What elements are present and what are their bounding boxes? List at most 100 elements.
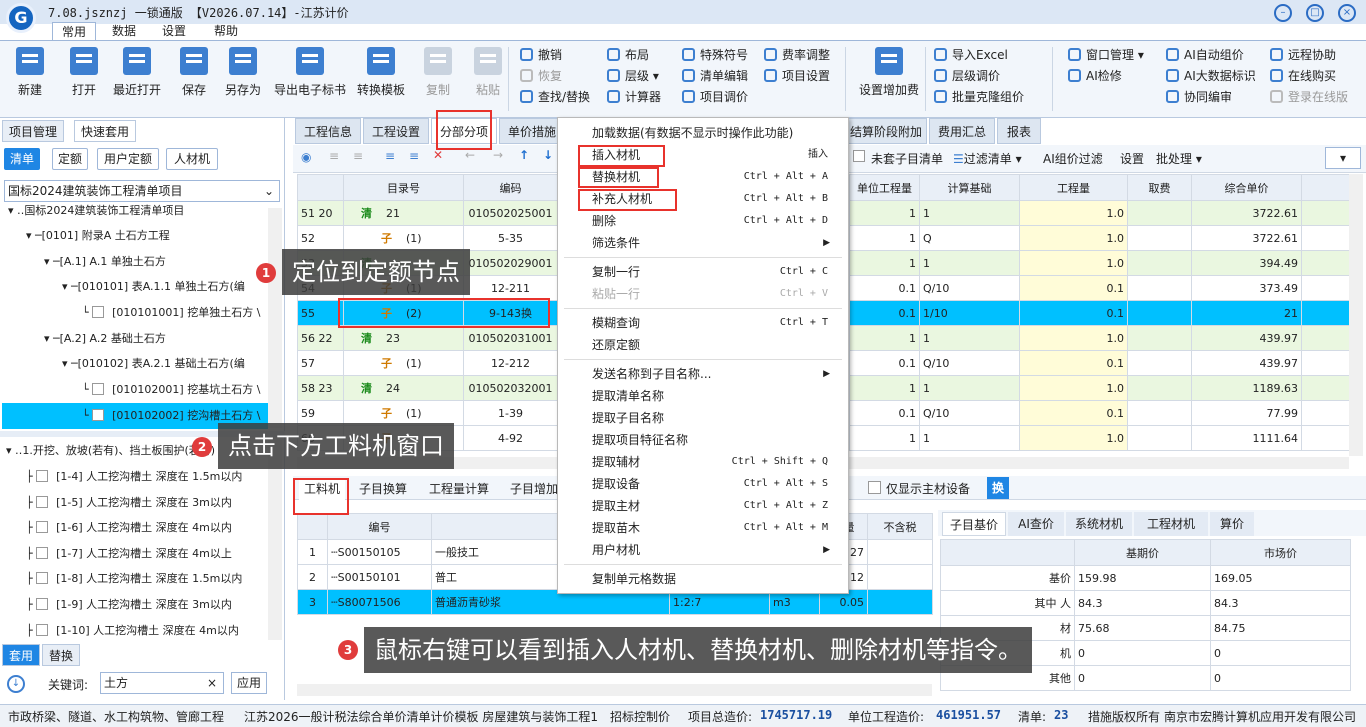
- quota-item[interactable]: ├ [1-8] 人工挖沟槽土 深度在 1.5m以内: [0, 566, 266, 592]
- paste-button[interactable]: 粘贴: [474, 47, 502, 98]
- clear-icon[interactable]: ×: [207, 673, 217, 693]
- remote-assist-button[interactable]: 远程协助: [1270, 46, 1336, 64]
- swap-button[interactable]: 换: [987, 477, 1009, 499]
- save-button[interactable]: 保存: [180, 47, 208, 98]
- checkbox[interactable]: [92, 306, 105, 318]
- filter-list[interactable]: 清单: [4, 148, 40, 170]
- app-logo[interactable]: G: [6, 3, 36, 33]
- tree-node[interactable]: ▾ ─[0101] 附录A 土石方工程: [26, 223, 268, 249]
- menu-item[interactable]: 用户材机 ▶: [558, 539, 848, 561]
- grid-vscroll[interactable]: [1349, 174, 1363, 456]
- list-edit-button[interactable]: 清单编辑: [682, 67, 748, 85]
- tab-project-manage[interactable]: 项目管理: [2, 120, 65, 142]
- open-button[interactable]: 打开: [70, 47, 98, 98]
- quota-item[interactable]: ├ [1-9] 人工挖沟槽土 深度在 3m以内: [0, 592, 266, 618]
- material-hscroll[interactable]: [297, 684, 932, 696]
- menu-item[interactable]: 模糊查询 Ctrl + T: [558, 312, 848, 334]
- menu-tab-settings[interactable]: 设置: [152, 22, 196, 40]
- filter-list-button[interactable]: ☰过滤清单 ▾: [953, 150, 1022, 167]
- project-price-adjust-button[interactable]: 项目调价: [682, 88, 748, 106]
- new-button[interactable]: 新建: [16, 47, 44, 98]
- quota-item[interactable]: ├ [1-6] 人工挖沟槽土 深度在 4m以内: [0, 515, 266, 541]
- arrow-left-icon[interactable]: ←: [465, 148, 475, 162]
- menu-item[interactable]: 提取辅材 Ctrl + Shift + Q: [558, 451, 848, 473]
- col-mat-notax[interactable]: 不含税: [867, 513, 933, 540]
- main-device-checkbox[interactable]: [868, 481, 881, 494]
- quota-scrollbar[interactable]: [268, 440, 282, 640]
- checkbox[interactable]: [36, 470, 49, 482]
- col-unit-qty[interactable]: 单位工程量: [849, 174, 920, 201]
- keyword-input[interactable]: 土方 ×: [100, 672, 224, 694]
- menu-item[interactable]: 筛选条件 ▶: [558, 232, 848, 254]
- ai-check-button[interactable]: AI检修: [1068, 67, 1122, 85]
- arrow-up-icon[interactable]: ↑: [519, 148, 529, 162]
- tab-ai-price[interactable]: AI查价: [1008, 512, 1064, 536]
- ai-auto-price-button[interactable]: AI自动组价: [1166, 46, 1244, 64]
- tree-scrollbar[interactable]: [268, 208, 282, 428]
- recent-open-button[interactable]: 最近打开: [113, 47, 161, 98]
- append-row-icon[interactable]: ≡: [409, 149, 419, 163]
- col-mat-code[interactable]: 编号: [327, 513, 432, 540]
- insert-row-icon[interactable]: ≡: [385, 149, 395, 163]
- online-buy-button[interactable]: 在线购买: [1270, 67, 1336, 85]
- redo-button[interactable]: 恢复: [520, 67, 562, 85]
- tab-settlement-extra[interactable]: 结算阶段附加: [841, 118, 927, 144]
- filter-quota[interactable]: 定额: [52, 148, 88, 170]
- checkbox[interactable]: [36, 624, 49, 636]
- batch-clone-button[interactable]: 批量克隆组价: [934, 88, 1024, 106]
- special-symbol-button[interactable]: 特殊符号: [682, 46, 748, 64]
- col-code[interactable]: 编码: [463, 174, 558, 201]
- arrow-right-icon[interactable]: →: [493, 148, 503, 162]
- maximize-icon[interactable]: □: [1306, 4, 1324, 22]
- menu-item[interactable]: 提取子目名称: [558, 407, 848, 429]
- tab-system-material[interactable]: 系统材机: [1066, 512, 1132, 536]
- replace-tab[interactable]: 替换: [42, 644, 81, 666]
- online-login-button[interactable]: 登录在线版: [1270, 88, 1348, 106]
- move-top-icon[interactable]: ≡: [329, 149, 339, 163]
- col-catalog[interactable]: 目录号: [343, 174, 464, 201]
- menu-item[interactable]: 粘贴一行 Ctrl + V: [558, 283, 848, 305]
- menu-tab-data[interactable]: 数据: [102, 22, 146, 40]
- tree-node[interactable]: ▾ ─[A.2] A.2 基础土石方: [44, 326, 268, 352]
- undo-button[interactable]: 撤销: [520, 46, 562, 64]
- collab-review-button[interactable]: 协同编审: [1166, 88, 1232, 106]
- convert-template-button[interactable]: 转换模板: [357, 47, 405, 98]
- move-up-icon[interactable]: ≡: [353, 149, 363, 163]
- layout-button[interactable]: 布局: [607, 46, 649, 64]
- add-fee-button[interactable]: 设置增加费: [859, 47, 919, 98]
- filter-material[interactable]: 人材机: [166, 148, 218, 170]
- copy-button[interactable]: 复制: [424, 47, 452, 98]
- menu-item[interactable]: 提取清单名称: [558, 385, 848, 407]
- quota-item[interactable]: ├ [1-5] 人工挖沟槽土 深度在 3m以内: [0, 490, 266, 516]
- tab-calc-price[interactable]: 算价: [1210, 512, 1254, 536]
- checkbox[interactable]: [92, 409, 105, 421]
- close-icon[interactable]: ×: [1338, 4, 1356, 22]
- checkbox[interactable]: [36, 496, 49, 508]
- import-excel-button[interactable]: 导入Excel: [934, 46, 1008, 64]
- menu-item[interactable]: 复制单元格数据: [558, 568, 848, 590]
- menu-item[interactable]: 还原定额: [558, 334, 848, 356]
- checkbox[interactable]: [92, 383, 105, 395]
- no-quota-checkbox[interactable]: [853, 150, 865, 162]
- tree-node[interactable]: └ [010101001] 挖单独土石方 \: [82, 300, 268, 326]
- ai-bigdata-button[interactable]: AI大数据标识: [1166, 67, 1256, 85]
- col-qty[interactable]: 工程量: [1019, 174, 1128, 201]
- apply-button[interactable]: 应用: [231, 672, 267, 694]
- tab-sub-add[interactable]: 子目增加: [510, 478, 558, 500]
- menu-item[interactable]: 复制一行 Ctrl + C: [558, 261, 848, 283]
- arrow-down-icon[interactable]: ↓: [543, 148, 553, 162]
- tab-project-info[interactable]: 工程信息: [295, 118, 361, 144]
- tree-node[interactable]: ▾ ─[A.1] A.1 单独土石方: [44, 249, 268, 275]
- save-as-button[interactable]: 另存为: [225, 47, 261, 98]
- calculator-button[interactable]: 计算器: [607, 88, 661, 106]
- find-replace-button[interactable]: 查找/替换: [520, 88, 590, 106]
- tab-sub-base-price[interactable]: 子目基价: [942, 512, 1006, 536]
- window-manage-button[interactable]: 窗口管理 ▾: [1068, 46, 1144, 64]
- tab-unit-measures[interactable]: 单价措施: [499, 118, 565, 144]
- menu-item[interactable]: 删除 Ctrl + Alt + D: [558, 210, 848, 232]
- checkbox[interactable]: [36, 547, 49, 559]
- minimize-icon[interactable]: –: [1274, 4, 1292, 22]
- tab-sub-convert[interactable]: 子目换算: [359, 478, 407, 500]
- tab-fee-summary[interactable]: 费用汇总: [929, 118, 995, 144]
- tree-node[interactable]: ▾ ─[010101] 表A.1.1 单独土石方(编: [62, 274, 268, 300]
